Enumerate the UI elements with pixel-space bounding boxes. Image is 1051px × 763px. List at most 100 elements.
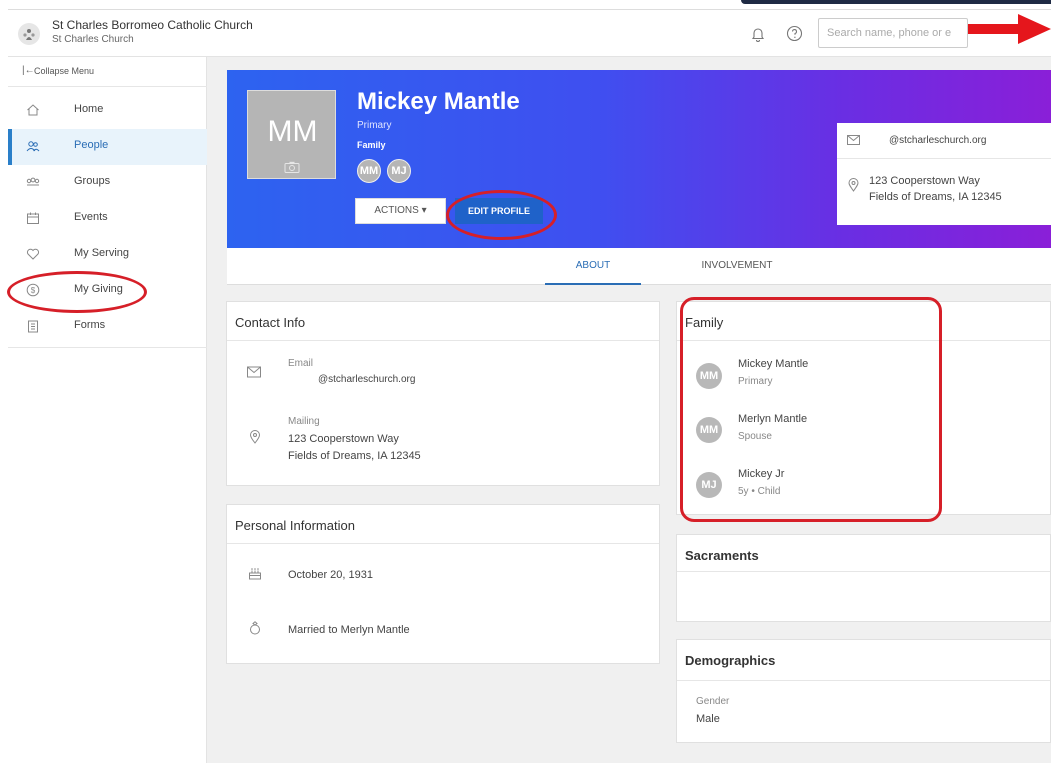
family-member-avatar[interactable]: MJ bbox=[696, 472, 722, 498]
family-member-avatar[interactable]: MM bbox=[696, 417, 722, 443]
birthday-cake-icon bbox=[249, 568, 261, 580]
sidebar-item-label: Forms bbox=[74, 319, 106, 331]
family-member-role: Primary bbox=[738, 376, 773, 387]
mail-icon bbox=[847, 135, 860, 145]
family-avatar[interactable]: MM bbox=[357, 159, 381, 183]
personal-info-card: Personal Information October 20, 1931 Ma… bbox=[226, 504, 660, 664]
mailing-line1: 123 Cooperstown Way bbox=[288, 433, 399, 445]
people-icon bbox=[26, 141, 40, 152]
card-title: Sacraments bbox=[685, 548, 759, 563]
camera-icon[interactable] bbox=[284, 161, 300, 173]
divider bbox=[227, 543, 659, 544]
sacraments-card: Sacraments bbox=[676, 534, 1051, 622]
header-address-line2: Fields of Dreams, IA 12345 bbox=[869, 191, 1002, 203]
collapse-menu-label: Collapse Menu bbox=[34, 66, 95, 76]
sidebar-nav: Home People Groups Events My Serving $ M… bbox=[8, 93, 207, 345]
sidebar-item-home[interactable]: Home bbox=[8, 93, 207, 129]
search-input[interactable] bbox=[818, 18, 968, 48]
divider bbox=[677, 571, 1050, 572]
sidebar-item-people[interactable]: People bbox=[8, 129, 207, 165]
sidebar-item-label: Home bbox=[74, 103, 104, 115]
church-subtitle: St Charles Church bbox=[52, 34, 134, 45]
dollar-icon: $ bbox=[26, 283, 40, 297]
red-arrow-annotation-icon bbox=[968, 14, 1051, 44]
marriage-value: Married to Merlyn Mantle bbox=[288, 624, 410, 636]
email-value[interactable]: @stcharleschurch.org bbox=[318, 374, 415, 385]
collapse-menu-button[interactable]: |← Collapse Menu bbox=[8, 57, 207, 87]
family-avatar[interactable]: MJ bbox=[387, 159, 411, 183]
header-address-line1: 123 Cooperstown Way bbox=[869, 175, 980, 187]
mailing-line2: Fields of Dreams, IA 12345 bbox=[288, 450, 421, 462]
card-title: Contact Info bbox=[235, 315, 306, 330]
sidebar-item-label: Groups bbox=[74, 175, 111, 187]
sidebar-item-label: My Giving bbox=[74, 283, 123, 295]
chevron-down-icon: ▾ bbox=[421, 205, 427, 216]
church-logo-icon[interactable] bbox=[18, 23, 40, 45]
calendar-icon bbox=[27, 212, 39, 224]
card-title: Demographics bbox=[685, 653, 776, 668]
divider bbox=[677, 680, 1050, 681]
mailing-label: Mailing bbox=[288, 416, 320, 427]
family-member-role: 5y • Child bbox=[738, 486, 781, 497]
family-member-name[interactable]: Merlyn Mantle bbox=[738, 413, 807, 425]
help-icon[interactable] bbox=[786, 25, 803, 42]
demographics-card: Demographics Gender Male bbox=[676, 639, 1051, 743]
gender-label: Gender bbox=[696, 696, 730, 707]
top-bar: St Charles Borromeo Catholic Church St C… bbox=[8, 9, 1051, 57]
groups-icon bbox=[26, 177, 40, 186]
divider bbox=[227, 340, 659, 341]
ring-icon bbox=[250, 621, 260, 635]
gender-value: Male bbox=[696, 713, 720, 725]
birthday-value: October 20, 1931 bbox=[288, 569, 374, 581]
home-icon bbox=[27, 104, 39, 116]
collapse-icon: |← bbox=[22, 65, 35, 76]
family-member-avatar[interactable]: MM bbox=[696, 363, 722, 389]
family-member-name[interactable]: Mickey Mantle bbox=[738, 358, 808, 370]
profile-role: Primary bbox=[357, 120, 392, 131]
profile-avatar[interactable]: MM bbox=[247, 90, 336, 179]
sidebar-item-my-serving[interactable]: My Serving bbox=[8, 237, 207, 273]
main-content: MM Mickey Mantle Primary Family MM MJ AC… bbox=[207, 57, 1051, 763]
sidebar-item-forms[interactable]: Forms bbox=[8, 309, 207, 345]
bell-icon[interactable] bbox=[750, 26, 766, 42]
header-email[interactable]: @stcharleschurch.org bbox=[889, 135, 986, 146]
email-label: Email bbox=[288, 358, 314, 369]
sidebar-item-my-giving[interactable]: $ My Giving bbox=[8, 273, 207, 309]
church-people-icon bbox=[23, 29, 35, 40]
sidebar-item-label: My Serving bbox=[74, 247, 130, 259]
header-contact-card: @stcharleschurch.org 123 Cooperstown Way… bbox=[837, 123, 1051, 225]
profile-initials: MM bbox=[267, 115, 318, 148]
top-stripe bbox=[0, 0, 1051, 6]
mail-icon bbox=[247, 366, 261, 378]
location-pin-icon bbox=[249, 430, 261, 444]
contact-info-card: Contact Info Email @stcharleschurch.org … bbox=[226, 301, 660, 486]
sidebar-item-groups[interactable]: Groups bbox=[8, 165, 207, 201]
card-title: Family bbox=[685, 315, 724, 330]
sidebar: |← Collapse Menu Home People Groups Even… bbox=[8, 57, 207, 763]
tab-about[interactable]: ABOUT bbox=[545, 248, 641, 285]
sidebar-item-label: People bbox=[74, 139, 109, 151]
tab-involvement[interactable]: INVOLVEMENT bbox=[677, 248, 797, 285]
heart-icon bbox=[26, 248, 40, 260]
family-member-name[interactable]: Mickey Jr bbox=[738, 468, 784, 480]
profile-tabs: ABOUT INVOLVEMENT bbox=[227, 248, 1051, 285]
actions-button[interactable]: ACTIONS ▾ bbox=[355, 198, 446, 224]
top-stripe-accent bbox=[741, 0, 1051, 4]
sidebar-divider bbox=[8, 347, 207, 348]
church-name[interactable]: St Charles Borromeo Catholic Church bbox=[52, 18, 253, 32]
actions-label: ACTIONS bbox=[374, 205, 419, 216]
profile-family-label: Family bbox=[357, 140, 386, 150]
location-pin-icon bbox=[848, 178, 859, 192]
divider bbox=[837, 158, 1051, 159]
clipboard-icon bbox=[28, 320, 38, 333]
card-title: Personal Information bbox=[235, 518, 355, 533]
sidebar-item-label: Events bbox=[74, 211, 108, 223]
sidebar-item-events[interactable]: Events bbox=[8, 201, 207, 237]
family-member-role: Spouse bbox=[738, 431, 772, 442]
divider bbox=[677, 340, 1050, 341]
svg-text:$: $ bbox=[31, 286, 36, 295]
profile-header: MM Mickey Mantle Primary Family MM MJ AC… bbox=[227, 70, 1051, 248]
family-card: Family MM Mickey Mantle Primary MM Merly… bbox=[676, 301, 1051, 515]
profile-name: Mickey Mantle bbox=[357, 88, 520, 115]
edit-profile-button[interactable]: EDIT PROFILE bbox=[455, 198, 543, 224]
